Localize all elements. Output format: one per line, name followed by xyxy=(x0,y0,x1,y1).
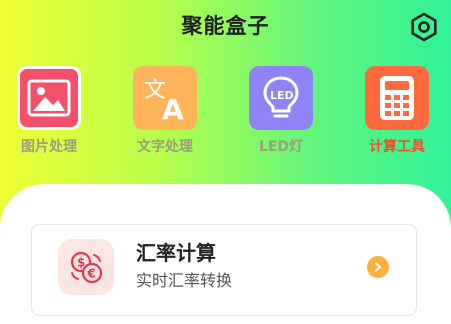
app-header: 聚能盒子 xyxy=(0,0,451,52)
led-bulb-icon: LED xyxy=(249,66,313,130)
tool-grid: 图片处理 文 A 文字处理 LED LED灯 计算工具 xyxy=(0,66,451,166)
svg-text:€: € xyxy=(87,267,96,281)
tool-label: 图片处理 xyxy=(21,139,77,155)
currency-exchange-icon: $ € xyxy=(58,239,114,295)
tool-label: 计算工具 xyxy=(369,139,425,155)
settings-button[interactable] xyxy=(408,11,440,43)
tool-label: 文字处理 xyxy=(137,139,193,155)
page-title: 聚能盒子 xyxy=(181,14,270,38)
image-icon xyxy=(17,66,81,130)
tool-text-processing[interactable]: 文 A 文字处理 xyxy=(120,66,210,156)
content-sheet: $ € 汇率计算 实时汇率转换 xyxy=(0,184,451,324)
svg-text:LED: LED xyxy=(270,89,294,102)
tool-led-light[interactable]: LED LED灯 xyxy=(236,66,326,156)
hexagon-settings-icon xyxy=(411,12,437,42)
tool-image-processing[interactable]: 图片处理 xyxy=(4,66,94,156)
svg-text:A: A xyxy=(162,93,184,123)
card-title: 汇率计算 xyxy=(136,241,216,265)
card-subtitle: 实时汇率转换 xyxy=(136,271,233,290)
tool-calculator[interactable]: 计算工具 xyxy=(352,66,442,156)
calculator-icon xyxy=(365,66,429,130)
tool-label: LED灯 xyxy=(258,139,304,155)
chevron-right-icon[interactable] xyxy=(367,256,389,278)
translate-icon: 文 A xyxy=(133,66,197,130)
exchange-rate-card[interactable]: $ € 汇率计算 实时汇率转换 xyxy=(31,224,417,316)
